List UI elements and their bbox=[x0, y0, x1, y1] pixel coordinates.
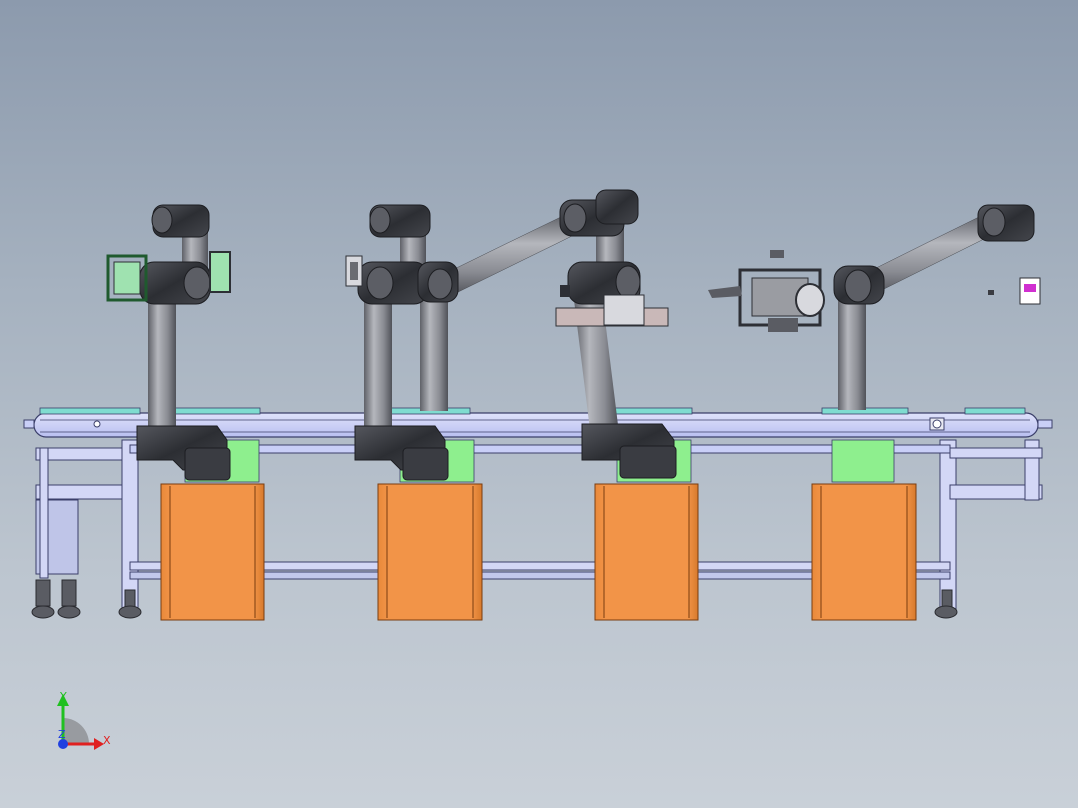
cabinet-4 bbox=[811, 483, 917, 621]
coordinate-triad: Y X Z bbox=[57, 690, 111, 750]
cabinet-3 bbox=[594, 483, 699, 621]
x-axis-label: X bbox=[103, 734, 111, 747]
cad-viewport[interactable]: Y X Z bbox=[0, 0, 1078, 808]
robot-arm-2[interactable] bbox=[345, 204, 575, 481]
robot-arm-4[interactable] bbox=[708, 204, 1041, 410]
y-axis-label: Y bbox=[59, 690, 67, 703]
robot-arm-1[interactable] bbox=[106, 204, 231, 481]
detached-gripper-assembly bbox=[708, 250, 825, 332]
robot-cabinets bbox=[160, 439, 917, 621]
assembly-scene[interactable]: Y X Z bbox=[0, 0, 1078, 808]
cabinet-2 bbox=[377, 483, 483, 621]
cabinet-1 bbox=[160, 483, 265, 621]
z-axis-label: Z bbox=[58, 728, 66, 741]
